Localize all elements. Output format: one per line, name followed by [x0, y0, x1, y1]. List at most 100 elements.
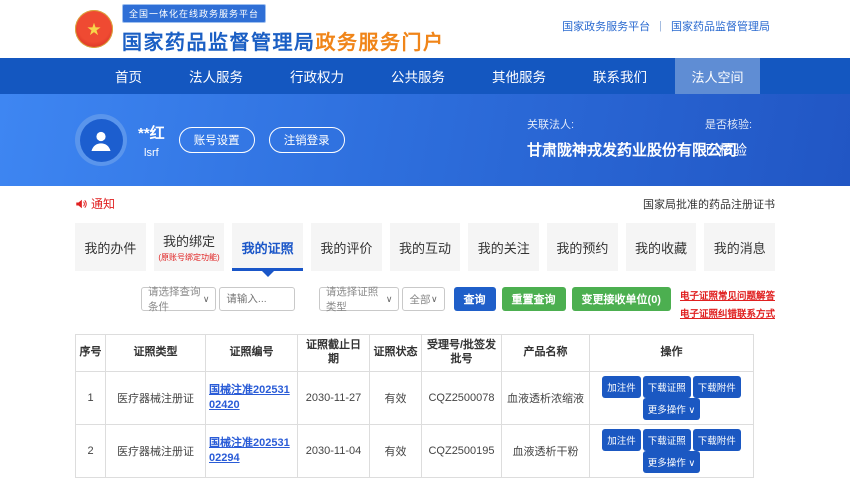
cell-actions: 加注件下载证照下载附件更多操作 ∨: [590, 371, 754, 424]
cell-acceptance-number: CQZ2500195: [422, 424, 502, 477]
user-meta: **红 lsrf: [138, 122, 165, 159]
active-tab-pointer: [262, 271, 274, 277]
account-settings-button[interactable]: 账号设置: [179, 127, 255, 153]
row-1-action-2[interactable]: 下载附件: [693, 429, 741, 451]
reset-button[interactable]: 重置查询: [502, 287, 566, 311]
username: **红: [138, 122, 165, 143]
change-receiver-button[interactable]: 变更接收单位(0): [572, 287, 671, 311]
cell-actions: 加注件下载证照下载附件更多操作 ∨: [590, 424, 754, 477]
tab-label: 我的关注: [478, 238, 530, 257]
tabs-bar: 我的办件 我的绑定 (原账号绑定功能) 我的证照我的评价 我的互动 我的关注 我的预约 我的收…: [75, 223, 775, 271]
cert-type-select[interactable]: 请选择证照类型∨: [319, 287, 400, 311]
row-1-action-3[interactable]: 更多操作 ∨: [643, 451, 701, 473]
help-link-1[interactable]: 电子证照纠错联系方式: [680, 306, 775, 320]
top-links-divider: |: [659, 20, 662, 32]
row-0-action-1[interactable]: 下载证照: [643, 376, 691, 398]
top-link-0[interactable]: 国家政务服务平台: [562, 18, 650, 34]
table-header-3: 证照截止日期: [298, 335, 370, 372]
chevron-down-icon: ∨: [203, 294, 210, 305]
verify-label: 是否核验:: [705, 116, 752, 132]
table-row: 2医疗器械注册证国械注准202531022942030-11-04有效CQZ25…: [76, 424, 754, 477]
cell-cert-type: 医疗器械注册证: [106, 371, 206, 424]
certificate-table: 序号证照类型证照编号证照截止日期证照状态受理号/批签发批号产品名称操作 1医疗器…: [75, 334, 754, 478]
table-header-row: 序号证照类型证照编号证照截止日期证照状态受理号/批签发批号产品名称操作: [76, 335, 754, 372]
row-0-action-0[interactable]: 加注件: [602, 376, 641, 398]
table-header-7: 操作: [590, 335, 754, 372]
table-body: 1医疗器械注册证国械注准202531024202030-11-27有效CQZ25…: [76, 371, 754, 477]
nav-item-4[interactable]: 其他服务: [492, 66, 546, 86]
help-link-0[interactable]: 电子证照常见问题解答: [680, 288, 775, 302]
nav-item-0[interactable]: 首页: [115, 66, 142, 86]
tab-2[interactable]: 我的证照: [232, 223, 303, 271]
cell-index: 2: [76, 424, 106, 477]
query-condition-value: 请选择查询条件: [148, 284, 203, 314]
site-title: 国家药品监督管理局政务服务门户: [122, 26, 445, 55]
cell-expiry-date: 2030-11-04: [298, 424, 370, 477]
tab-6[interactable]: 我的预约: [547, 223, 618, 271]
site-title-block: 全国一体化在线政务服务平台 国家药品监督管理局政务服务门户: [122, 4, 445, 55]
logout-button[interactable]: 注销登录: [269, 127, 345, 153]
corp-space-button[interactable]: 法人空间: [675, 58, 760, 94]
tab-4[interactable]: 我的互动: [390, 223, 461, 271]
row-1-action-0[interactable]: 加注件: [602, 429, 641, 451]
row-0-action-2[interactable]: 下载附件: [693, 376, 741, 398]
cell-cert-number: 国械注准20253102420: [206, 371, 298, 424]
nav-item-2[interactable]: 行政权力: [290, 66, 344, 86]
cert-number-link[interactable]: 国械注准20253102420: [209, 383, 294, 412]
main-content: 通知 国家局批准的药品注册证书 我的办件 我的绑定 (原账号绑定功能) 我的证照我的评…: [75, 186, 775, 478]
tab-1[interactable]: 我的绑定 (原账号绑定功能): [154, 223, 225, 271]
notice-message[interactable]: 国家局批准的药品注册证书: [643, 196, 775, 212]
tab-label: 我的收藏: [635, 238, 687, 257]
filter-bar: 请选择查询条件∨ 请选择证照类型∨ 全部∨ 查询 重置查询 变更接收单位(0) …: [75, 287, 775, 320]
chevron-down-icon: ∨: [431, 294, 438, 305]
tab-3[interactable]: 我的评价: [311, 223, 382, 271]
cert-number-link[interactable]: 国械注准20253102294: [209, 436, 294, 465]
tab-label: 我的绑定: [163, 231, 215, 250]
cell-index: 1: [76, 371, 106, 424]
nav-item-1[interactable]: 法人服务: [189, 66, 243, 86]
cell-status: 有效: [370, 424, 422, 477]
tab-label: 我的预约: [556, 238, 608, 257]
tab-sublabel: (原账号绑定功能): [158, 252, 219, 263]
table-header-4: 证照状态: [370, 335, 422, 372]
keyword-input[interactable]: [226, 293, 287, 305]
query-condition-select[interactable]: 请选择查询条件∨: [141, 287, 216, 311]
notice-left[interactable]: 通知: [75, 195, 115, 212]
nav-menu: 首页 法人服务 行政权力 公共服务 其他服务 联系我们 法人空间: [75, 58, 775, 94]
cell-acceptance-number: CQZ2500078: [422, 371, 502, 424]
tab-label: 我的办件: [84, 238, 136, 257]
verify-value: 已核验: [705, 140, 752, 160]
keyword-input-wrap: [219, 287, 294, 311]
notice-label: 通知: [91, 195, 115, 212]
user-id: lsrf: [138, 147, 165, 159]
row-1-action-1[interactable]: 下载证照: [643, 429, 691, 451]
table-header-6: 产品名称: [502, 335, 590, 372]
cell-product-name: 血液透析干粉: [502, 424, 590, 477]
notice-bar: 通知 国家局批准的药品注册证书: [75, 186, 775, 217]
tab-0[interactable]: 我的办件: [75, 223, 146, 271]
table-header-0: 序号: [76, 335, 106, 372]
help-links: 电子证照常见问题解答电子证照纠错联系方式: [680, 287, 775, 320]
main-nav: 首页 法人服务 行政权力 公共服务 其他服务 联系我们 法人空间: [0, 58, 850, 94]
site-title-agency: 国家药品监督管理局: [122, 32, 316, 54]
tab-label: 我的评价: [320, 238, 372, 257]
tab-label: 我的互动: [399, 238, 451, 257]
user-icon: [80, 119, 123, 162]
table-row: 1医疗器械注册证国械注准202531024202030-11-27有效CQZ25…: [76, 371, 754, 424]
top-link-1[interactable]: 国家药品监督管理局: [671, 18, 770, 34]
tab-7[interactable]: 我的收藏: [626, 223, 697, 271]
site-title-portal: 政务服务门户: [316, 32, 445, 54]
cell-expiry-date: 2030-11-27: [298, 371, 370, 424]
table-header-2: 证照编号: [206, 335, 298, 372]
row-0-action-3[interactable]: 更多操作 ∨: [643, 398, 701, 420]
search-button[interactable]: 查询: [454, 287, 496, 311]
status-select[interactable]: 全部∨: [402, 287, 444, 311]
avatar: [75, 114, 127, 166]
cell-product-name: 血液透析浓缩液: [502, 371, 590, 424]
user-banner: **红 lsrf 账号设置 注销登录 关联法人: 甘肃陇神戎发药业股份有限公司 …: [0, 94, 850, 186]
tab-5[interactable]: 我的关注: [468, 223, 539, 271]
chevron-down-icon: ∨: [386, 294, 393, 305]
tab-8[interactable]: 我的消息: [704, 223, 775, 271]
nav-item-3[interactable]: 公共服务: [391, 66, 445, 86]
nav-item-5[interactable]: 联系我们: [593, 66, 647, 86]
